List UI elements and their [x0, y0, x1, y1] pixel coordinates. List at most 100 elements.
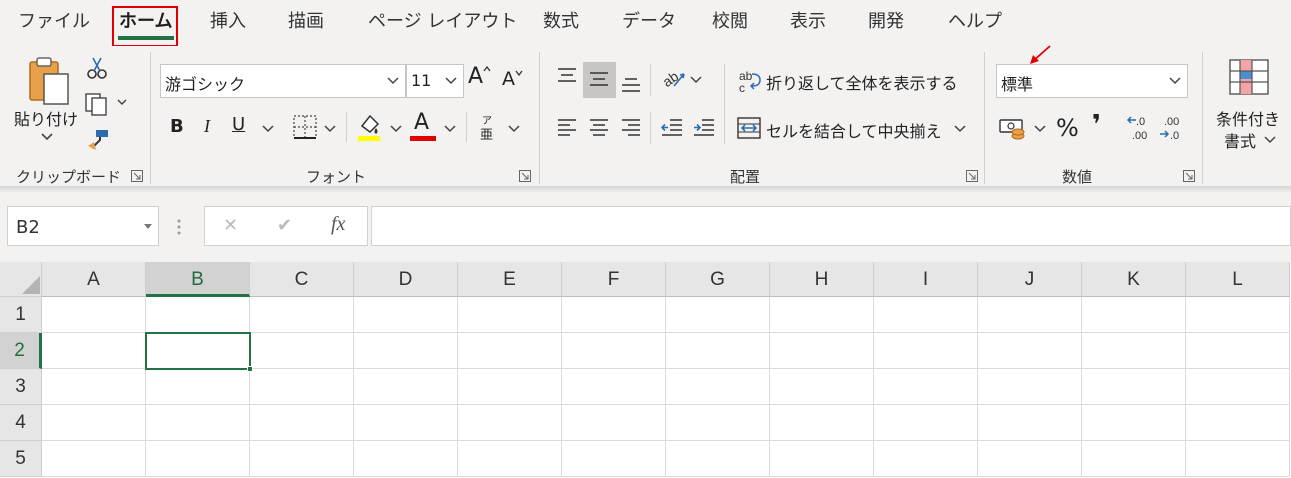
column-header-k[interactable]: K — [1082, 262, 1186, 297]
cell-k1[interactable] — [1082, 297, 1186, 333]
cell-a1[interactable] — [42, 297, 146, 333]
column-header-h[interactable]: H — [770, 262, 874, 297]
accounting-format-icon[interactable] — [998, 116, 1028, 142]
cell-l5[interactable] — [1186, 441, 1290, 477]
number-format-combobox[interactable]: 標準 — [996, 64, 1188, 98]
cell-c5[interactable] — [250, 441, 354, 477]
cell-c2[interactable] — [250, 333, 354, 369]
borders-icon[interactable] — [292, 114, 318, 140]
column-header-g[interactable]: G — [666, 262, 770, 297]
clipboard-icon[interactable] — [26, 56, 72, 106]
caret-down-icon[interactable] — [144, 224, 152, 230]
increase-indent-icon[interactable] — [692, 118, 716, 138]
select-all-button[interactable] — [0, 262, 42, 297]
align-right-icon[interactable] — [620, 118, 642, 138]
formula-input[interactable] — [371, 206, 1291, 246]
column-header-e[interactable]: E — [458, 262, 562, 297]
cell-a2[interactable] — [42, 333, 146, 369]
tab-data[interactable]: データ — [622, 8, 676, 36]
tab-help[interactable]: ヘルプ — [948, 8, 1002, 36]
decrease-decimal-icon[interactable]: .00 .0 — [1158, 114, 1188, 142]
font-name-combobox[interactable]: 游ゴシック — [160, 64, 406, 98]
align-middle-icon[interactable] — [588, 70, 610, 90]
tab-page-layout[interactable]: ページ レイアウト — [368, 8, 517, 36]
cell-g4[interactable] — [666, 405, 770, 441]
increase-decimal-icon[interactable]: .0 .00 — [1126, 114, 1156, 142]
increase-font-size-button[interactable]: A — [468, 64, 483, 89]
cell-f2[interactable] — [562, 333, 666, 369]
chevron-down-icon[interactable] — [954, 125, 966, 133]
merge-center-button[interactable]: セルを結合して中央揃え — [766, 118, 942, 142]
cancel-button[interactable]: ✕ — [223, 215, 238, 236]
cell-c4[interactable] — [250, 405, 354, 441]
font-dialog-launcher-icon[interactable] — [519, 170, 531, 182]
cell-k5[interactable] — [1082, 441, 1186, 477]
cell-i4[interactable] — [874, 405, 978, 441]
cell-a3[interactable] — [42, 369, 146, 405]
highlight-fill-icon[interactable] — [356, 112, 382, 142]
font-size-combobox[interactable]: 11 — [406, 64, 464, 98]
cell-e3[interactable] — [458, 369, 562, 405]
paste-button-label[interactable]: 貼り付け — [14, 106, 78, 130]
copy-icon[interactable] — [84, 92, 110, 116]
chevron-down-icon[interactable] — [508, 125, 520, 133]
cell-h3[interactable] — [770, 369, 874, 405]
decrease-indent-icon[interactable] — [660, 118, 684, 138]
comma-style-button[interactable]: ❜ — [1092, 110, 1101, 140]
row-header-5[interactable]: 5 — [0, 441, 42, 477]
cell-g3[interactable] — [666, 369, 770, 405]
cell-k2[interactable] — [1082, 333, 1186, 369]
italic-button[interactable]: I — [204, 116, 210, 137]
column-header-l[interactable]: L — [1186, 262, 1290, 297]
enter-button[interactable]: ✔ — [277, 215, 292, 236]
row-header-3[interactable]: 3 — [0, 369, 42, 405]
column-header-a[interactable]: A — [42, 262, 146, 297]
column-header-c[interactable]: C — [250, 262, 354, 297]
cell-i5[interactable] — [874, 441, 978, 477]
row-header-4[interactable]: 4 — [0, 405, 42, 441]
chevron-down-icon[interactable] — [1169, 77, 1181, 85]
cell-c3[interactable] — [250, 369, 354, 405]
cell-i3[interactable] — [874, 369, 978, 405]
merge-center-icon[interactable] — [736, 116, 762, 140]
cell-h4[interactable] — [770, 405, 874, 441]
cell-j2[interactable] — [978, 333, 1082, 369]
cell-h2[interactable] — [770, 333, 874, 369]
cell-f5[interactable] — [562, 441, 666, 477]
cell-j3[interactable] — [978, 369, 1082, 405]
column-header-f[interactable]: F — [562, 262, 666, 297]
cell-g5[interactable] — [666, 441, 770, 477]
cell-i1[interactable] — [874, 297, 978, 333]
tab-review[interactable]: 校閲 — [712, 8, 748, 36]
cell-a4[interactable] — [42, 405, 146, 441]
cell-d4[interactable] — [354, 405, 458, 441]
format-painter-icon[interactable] — [86, 128, 110, 152]
grip-icon[interactable] — [176, 218, 182, 236]
row-header-2[interactable]: 2 — [0, 333, 42, 369]
tab-formulas[interactable]: 数式 — [543, 8, 579, 36]
cell-l3[interactable] — [1186, 369, 1290, 405]
align-top-icon[interactable] — [556, 66, 578, 86]
cell-l2[interactable] — [1186, 333, 1290, 369]
chevron-down-icon[interactable] — [262, 125, 274, 133]
conditional-formatting-icon[interactable] — [1228, 58, 1270, 96]
cell-e2[interactable] — [458, 333, 562, 369]
underline-button[interactable]: U — [232, 114, 245, 135]
chevron-down-icon[interactable] — [324, 125, 336, 133]
cell-d1[interactable] — [354, 297, 458, 333]
column-header-b[interactable]: B — [146, 262, 250, 297]
cell-l4[interactable] — [1186, 405, 1290, 441]
chevron-down-icon[interactable] — [1264, 136, 1276, 144]
insert-function-button[interactable]: fx — [331, 213, 345, 236]
name-box[interactable]: B2 — [7, 206, 159, 246]
align-center-icon[interactable] — [588, 118, 610, 138]
chevron-down-icon[interactable] — [40, 132, 54, 142]
cell-b4[interactable] — [146, 405, 250, 441]
align-left-icon[interactable] — [556, 118, 578, 138]
cell-g1[interactable] — [666, 297, 770, 333]
cell-h1[interactable] — [770, 297, 874, 333]
cell-e4[interactable] — [458, 405, 562, 441]
cell-g2[interactable] — [666, 333, 770, 369]
cell-f3[interactable] — [562, 369, 666, 405]
decrease-font-size-button[interactable]: A — [502, 68, 515, 90]
